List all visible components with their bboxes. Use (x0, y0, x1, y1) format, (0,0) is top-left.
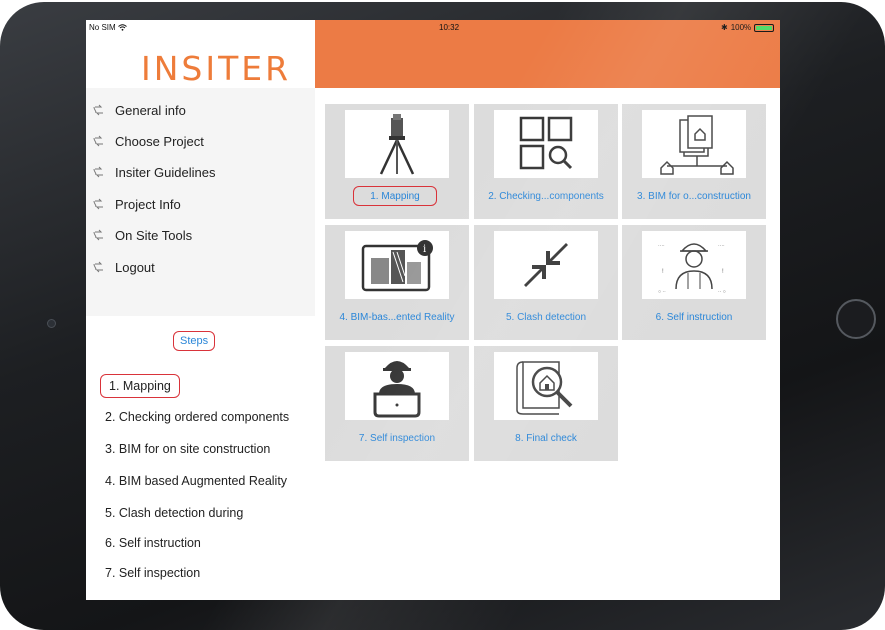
flow-arrows-icon (93, 261, 103, 273)
svg-text:·· ○: ·· ○ (718, 289, 726, 295)
menu-item-label: On Site Tools (115, 227, 193, 243)
insiter-logo: INSITER (141, 49, 292, 88)
logo-area: No SIM INSITER (86, 20, 315, 88)
tile-label: 1. Mapping (353, 186, 437, 206)
tile-final-check[interactable]: 8. Final check (474, 346, 618, 461)
wifi-icon (118, 24, 127, 32)
menu-item-choose-project[interactable]: Choose Project (86, 129, 315, 153)
menu-item-logout[interactable]: Logout (86, 255, 315, 279)
tile-image: i (345, 231, 449, 299)
flow-arrows-icon (93, 104, 103, 116)
worker-laptop-icon (373, 361, 421, 418)
tile-bim-ar[interactable]: i 4. BIM-bas...ented Reality (325, 225, 469, 340)
svg-text:i: i (423, 244, 426, 255)
tile-image (345, 110, 449, 178)
status-carrier: No SIM (89, 23, 127, 32)
battery-percent: 100% (730, 23, 752, 32)
building-plans-icon (660, 115, 734, 175)
menu-item-label: Choose Project (115, 133, 204, 149)
grid-search-icon (519, 116, 573, 170)
svg-text:!: ! (662, 269, 664, 275)
tile-self-instruction[interactable]: ···· ···· ! ! ○ ·· ·· ○ 6. Self instruct… (622, 225, 766, 340)
step-item-bim-ar[interactable]: 4. BIM based Augmented Reality (105, 470, 287, 492)
step-item-checking-ordered-components[interactable]: 2. Checking ordered components (105, 406, 289, 428)
step-item-self-instruction[interactable]: 6. Self instruction (105, 532, 201, 554)
svg-text:!: ! (722, 269, 724, 275)
tile-image: ···· ···· ! ! ○ ·· ·· ○ (642, 231, 746, 299)
tile-self-inspection[interactable]: 7. Self inspection (325, 346, 469, 461)
tile-image (494, 231, 598, 299)
menu-item-general-info[interactable]: General info (86, 98, 315, 122)
menu-item-on-site-tools[interactable]: On Site Tools (86, 223, 315, 247)
worker-instruction-icon: ···· ···· ! ! ○ ·· ·· ○ (658, 243, 726, 295)
menu-item-insiter-guidelines[interactable]: Insiter Guidelines (86, 160, 315, 184)
ipad-frame: No SIM INSITER General info Choose Proje… (0, 2, 885, 630)
tile-label: 3. BIM for o...construction (637, 191, 751, 202)
app-screen: No SIM INSITER General info Choose Proje… (86, 20, 780, 600)
step-item-mapping[interactable]: 1. Mapping (100, 374, 180, 398)
battery-icon (754, 23, 775, 32)
tile-bim-construction[interactable]: 3. BIM for o...construction (622, 104, 766, 219)
tile-mapping[interactable]: 1. Mapping (325, 104, 469, 219)
tile-clash-detection[interactable]: 5. Clash detection (474, 225, 618, 340)
step-item-clash-detection[interactable]: 5. Clash detection during (105, 502, 243, 524)
tile-label: 6. Self instruction (655, 312, 733, 323)
flow-arrows-icon (93, 135, 103, 147)
flow-arrows-icon (93, 229, 103, 241)
tile-label: 8. Final check (515, 433, 577, 444)
svg-text:····: ···· (658, 243, 665, 249)
step-item-bim-on-site[interactable]: 3. BIM for on site construction (105, 438, 270, 460)
tile-label: 4. BIM-bas...ented Reality (339, 312, 455, 323)
tile-checking-components[interactable]: 2. Checking...components (474, 104, 618, 219)
tile-label: 2. Checking...components (488, 191, 604, 202)
tile-image (494, 352, 598, 420)
steps-header: Steps (173, 331, 216, 351)
menu-item-label: Project Info (115, 196, 181, 212)
menu-item-label: Logout (115, 259, 155, 275)
steps-pane: Steps 1. Mapping 2. Checking ordered com… (86, 316, 315, 600)
top-bar: 10:32 ✱ 100% (315, 20, 780, 88)
tile-image (642, 110, 746, 178)
front-camera (47, 319, 56, 328)
clash-arrows-icon (524, 243, 568, 287)
flow-arrows-icon (93, 166, 103, 178)
steps-grid: 1. Mapping 2. Checking...components 3. B… (315, 88, 780, 600)
status-time: 10:32 (439, 23, 460, 32)
bluetooth-icon: ✱ (721, 23, 728, 32)
status-right: ✱ 100% (721, 23, 775, 32)
menu-item-project-info[interactable]: Project Info (86, 192, 315, 216)
menu-item-label: Insiter Guidelines (115, 164, 216, 180)
tile-label: 7. Self inspection (358, 433, 436, 444)
sidebar: No SIM INSITER General info Choose Proje… (86, 20, 315, 600)
svg-text:····: ···· (718, 243, 725, 249)
flow-arrows-icon (93, 198, 103, 210)
tile-label: 5. Clash detection (505, 312, 587, 323)
house-magnifier-icon (516, 361, 573, 415)
home-button[interactable] (836, 299, 876, 339)
step-item-self-inspection[interactable]: 7. Self inspection (105, 562, 200, 584)
menu-item-label: General info (115, 102, 186, 118)
augmented-reality-icon: i (361, 240, 433, 292)
tripod-scanner-icon (379, 114, 415, 175)
tile-image (494, 110, 598, 178)
tile-image (345, 352, 449, 420)
svg-text:○ ··: ○ ·· (658, 289, 666, 295)
